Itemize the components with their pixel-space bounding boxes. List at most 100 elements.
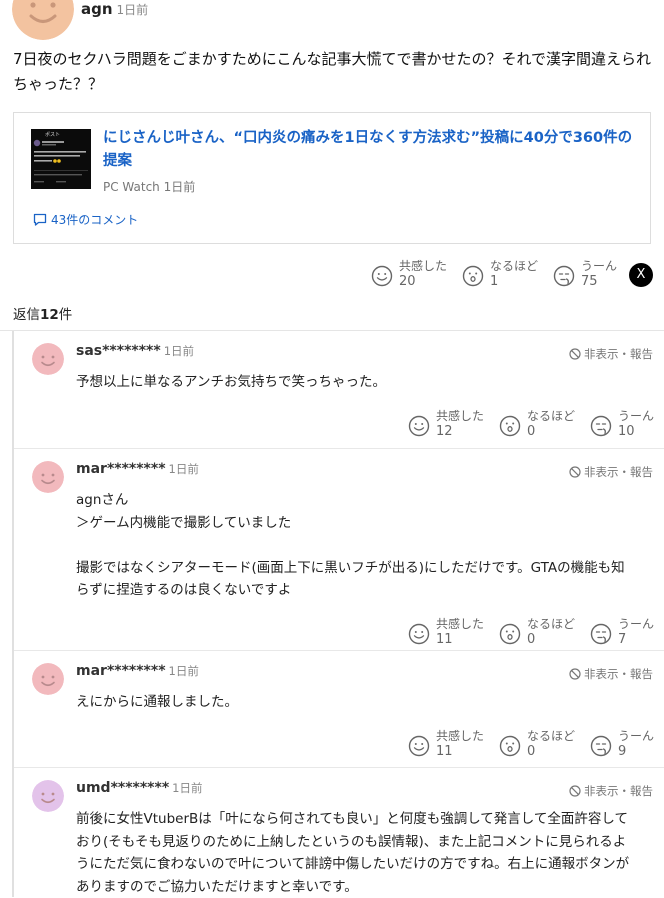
reply-line: ありますのでご協力いただけますと幸いです。 (76, 876, 654, 898)
hide-report-button[interactable]: 非表示・報告 (569, 464, 653, 480)
reply-avatar (32, 780, 64, 812)
main-avatar (12, 0, 74, 40)
reply-reactions: 共感した11なるほど0うーん9 (408, 729, 664, 760)
reply-avatar (32, 663, 64, 695)
hide-report-button[interactable]: 非表示・報告 (569, 346, 653, 362)
reaction-label: なるほど (527, 729, 575, 743)
reply-line: ＞ゲーム内機能で撮影していました (76, 512, 654, 535)
article-card[interactable]: ポスト にじさんじ叶さん、“口内炎の痛みを1日なくす方法求む”投稿に40分で36… (13, 112, 651, 244)
reply-author-name[interactable]: mar******** (76, 461, 166, 477)
reaction-count: 11 (436, 743, 484, 760)
reply-line: おり(そもそも見返りのために上納したというのも誤情報)、また上記コメントに見られ… (76, 831, 654, 854)
reaction-count: 1 (490, 273, 538, 290)
surprised-icon (462, 265, 484, 287)
reply-item: mar********1日前非表示・報告えにからに通報しました。共感した11なる… (14, 651, 664, 771)
reply-time: 1日前 (169, 664, 199, 678)
block-icon (569, 348, 581, 360)
reply-reactions: 共感した11なるほど0うーん7 (408, 617, 664, 648)
smile-icon (371, 265, 393, 287)
naruhodo-button[interactable]: なるほど0 (499, 729, 590, 760)
reaction-label: 共感した (436, 729, 484, 743)
reply-line (76, 534, 654, 557)
reply-line: らずに捏造するのは良くないですよ (76, 579, 654, 602)
reply-item: umd********1日前 非表示・報告前後に女性VtuberBは「叶になら何さ… (14, 768, 664, 888)
reply-body: えにからに通報しました。 (76, 691, 654, 714)
reply-line: うにただ気に食わないので叶について誹謗中傷したいだけの方ですね。右上に通報ボタン… (76, 853, 654, 876)
reaction-label: うーん (581, 259, 617, 273)
reply-author[interactable]: umd********1日前 (76, 780, 202, 796)
hide-report-button[interactable]: 非表示・報告 (569, 783, 653, 799)
reaction-count: 0 (527, 743, 575, 760)
reply-reactions: 共感した12なるほど0うーん10 (408, 409, 664, 440)
reaction-label: 共感した (436, 409, 484, 423)
reply-line: 前後に女性VtuberBは「叶になら何されても良い」と何度も強調して発言して全面… (76, 808, 654, 831)
reaction-label: うーん (618, 617, 654, 631)
block-icon (569, 668, 581, 680)
reaction-label: なるほど (527, 617, 575, 631)
main-time: 1日前 (117, 3, 149, 17)
empathy-button[interactable]: 共感した11 (408, 729, 499, 760)
replies-count: 12 (40, 307, 59, 323)
comment-count-text[interactable]: 43件のコメント (51, 211, 138, 228)
empathy-button[interactable]: 共感した11 (408, 617, 499, 648)
hmm-icon (590, 623, 612, 645)
reply-author[interactable]: mar********1日前 (76, 663, 199, 679)
main-author-name[interactable]: agn (81, 0, 113, 18)
reaction-count: 11 (436, 631, 484, 648)
empathy-button[interactable]: 共感した12 (408, 409, 499, 440)
article-time: 1日前 (164, 180, 196, 194)
naruhodo-button[interactable]: なるほど0 (499, 409, 590, 440)
hide-report-label[interactable]: 非表示・報告 (584, 464, 653, 480)
reply-time: 1日前 (169, 462, 199, 476)
reaction-label: なるほど (527, 409, 575, 423)
main-comment-text: 7日夜のセクハラ問題をごまかすためにこんな記事大慌てで書かせたの？それで漢字間違… (13, 47, 653, 97)
hide-report-button[interactable]: 非表示・報告 (569, 666, 653, 682)
reaction-label: 共感した (436, 617, 484, 631)
reaction-count: 10 (618, 423, 654, 440)
surprised-icon (499, 623, 521, 645)
main-reactions: 共感した20なるほど1うーん75 (371, 259, 644, 290)
reply-author[interactable]: mar********1日前 (76, 461, 199, 477)
reply-avatar (32, 461, 64, 493)
surprised-icon (499, 735, 521, 757)
article-meta: PC Watch 1日前 (103, 178, 195, 195)
hmm-button[interactable]: うーん9 (590, 729, 664, 760)
empathy-button[interactable]: 共感した20 (371, 259, 462, 290)
reaction-count: 20 (399, 273, 447, 290)
article-comments-link[interactable]: 43件のコメント (33, 211, 138, 228)
reply-time: 1日前 (172, 781, 202, 795)
reaction-count: 0 (527, 423, 575, 440)
reaction-label: 共感した (399, 259, 447, 273)
hide-report-label[interactable]: 非表示・報告 (584, 783, 653, 799)
reaction-count: 9 (618, 743, 654, 760)
smile-icon (408, 623, 430, 645)
reply-author-name[interactable]: sas******** (76, 343, 161, 359)
share-x-button[interactable]: X (629, 263, 653, 287)
hide-report-label[interactable]: 非表示・報告 (584, 346, 653, 362)
hmm-button[interactable]: うーん10 (590, 409, 664, 440)
hmm-button[interactable]: うーん7 (590, 617, 664, 648)
article-title[interactable]: にじさんじ叶さん、“口内炎の痛みを1日なくす方法求む”投稿に40分で360件の提… (103, 127, 633, 173)
naruhodo-button[interactable]: なるほど0 (499, 617, 590, 648)
reaction-label: なるほど (490, 259, 538, 273)
replies-prefix: 返信 (13, 307, 40, 323)
reply-avatar (32, 343, 64, 375)
reply-author-name[interactable]: mar******** (76, 663, 166, 679)
reply-line: 予想以上に単なるアンチお気持ちで笑っちゃった。 (76, 371, 654, 394)
hide-report-label[interactable]: 非表示・報告 (584, 666, 653, 682)
smile-icon (408, 415, 430, 437)
thumb-header: ポスト (45, 131, 60, 138)
reply-author-name[interactable]: umd******** (76, 780, 169, 796)
reply-body: agnさん＞ゲーム内機能で撮影していました撮影ではなくシアターモード(画面上下に… (76, 489, 654, 602)
article-thumbnail: ポスト (31, 129, 91, 189)
main-author[interactable]: agn 1日前 (81, 0, 148, 18)
naruhodo-button[interactable]: なるほど1 (462, 259, 553, 290)
reply-item: sas********1日前 非表示・報告予想以上に単なるアンチお気持ちで笑っちゃ… (14, 331, 664, 451)
comment-icon (33, 213, 47, 226)
reaction-count: 7 (618, 631, 654, 648)
reply-author[interactable]: sas********1日前 (76, 343, 194, 359)
block-icon (569, 785, 581, 797)
reaction-count: 75 (581, 273, 617, 290)
reaction-count: 12 (436, 423, 484, 440)
reaction-count: 0 (527, 631, 575, 648)
